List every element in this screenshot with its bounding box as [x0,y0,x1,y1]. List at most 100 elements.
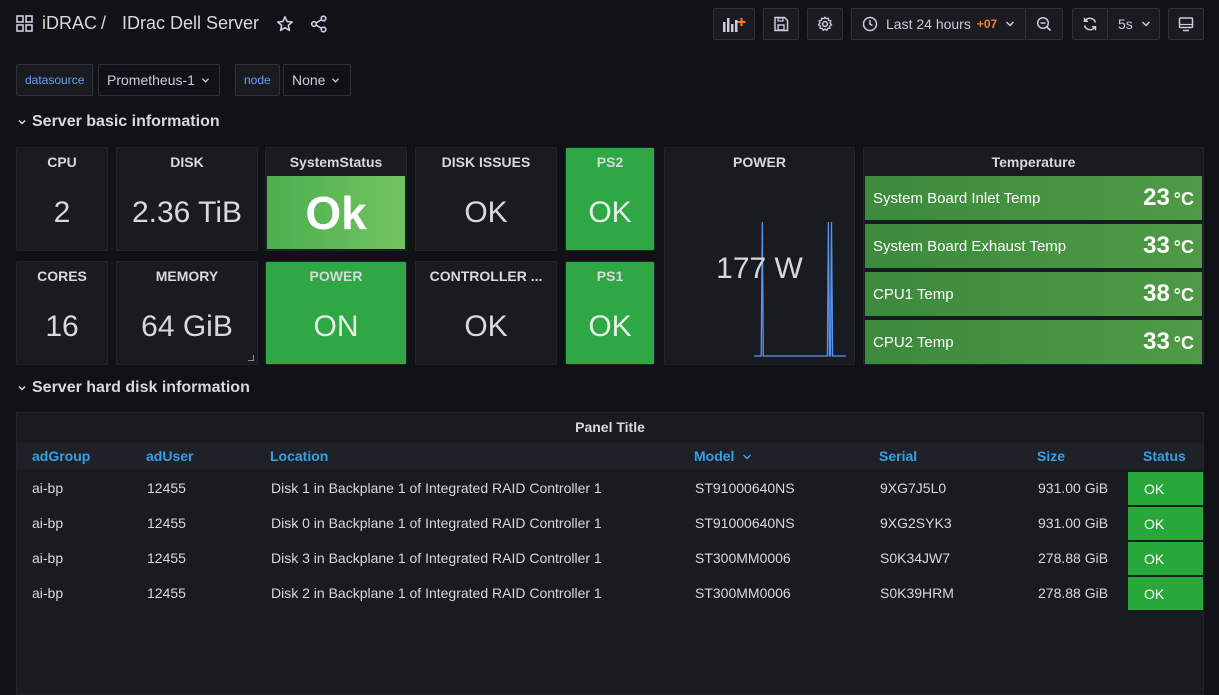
temperature-row: System Board Exhaust Temp 33 °C [865,224,1202,268]
refresh-icon [1083,17,1097,31]
top-navbar: iDRAC / IDrac Dell Server Last 24 hours … [0,0,1219,48]
stat-panel-controller[interactable]: CONTROLLER ... OK [415,261,557,365]
stat-panel-disk[interactable]: DISK 2.36 TiB [116,147,258,251]
node-value: None [292,72,326,88]
temperature-unit: °C [1173,333,1194,353]
variable-label-datasource: datasource [16,64,94,96]
temperature-value: 23 °C [1143,184,1194,212]
chevron-down-icon [1141,21,1150,27]
cell-size: 278.88 GiB [1038,550,1109,566]
save-dashboard-button[interactable] [763,8,799,40]
column-header-model[interactable]: Model [694,448,752,464]
dashboard-settings-button[interactable] [807,8,843,40]
cell-adgroup: ai-bp [32,550,64,566]
stat-value: 16 [45,310,79,343]
temperature-row: CPU2 Temp 33 °C [865,320,1202,364]
stat-panel-cores[interactable]: CORES 16 [16,261,108,365]
row-header-basic-info[interactable]: Server basic information [16,113,220,131]
status-badge: OK [1128,542,1203,575]
share-icon[interactable] [310,15,328,33]
temperature-sensor-name: CPU1 Temp [873,285,954,303]
tv-mode-button[interactable] [1168,8,1204,40]
time-range-picker[interactable]: Last 24 hours +07 [851,8,1026,40]
stat-value: ON [313,310,359,343]
zoom-out-icon [1036,16,1052,32]
column-header-status[interactable]: Status [1143,448,1186,464]
datasource-select[interactable]: Prometheus-1 [98,64,220,96]
temperature-unit: °C [1173,237,1194,257]
row-header-hard-disk-info[interactable]: Server hard disk information [16,379,250,397]
star-icon[interactable] [276,15,294,33]
temperature-value: 38 °C [1143,280,1194,308]
datasource-value: Prometheus-1 [107,72,195,88]
stat-panel-memory[interactable]: MEMORY 64 GiB [116,261,258,365]
cell-size: 931.00 GiB [1038,515,1109,531]
status-badge: OK [1128,507,1203,540]
stat-value: 2 [53,196,71,229]
stat-value: OK [464,310,508,343]
stat-panel-ps2[interactable]: PS2 OK [565,147,655,251]
temperature-row: System Board Inlet Temp 23 °C [865,176,1202,220]
breadcrumb-separator: / [101,13,107,33]
chevron-down-icon [201,77,209,83]
panel-title: CPU [47,154,77,170]
resize-handle-icon[interactable] [248,355,254,361]
cell-serial: 9XG7J5L0 [880,480,947,496]
stat-panel-power-watts[interactable]: POWER 177 W [664,147,855,365]
panel-title: SystemStatus [289,154,383,170]
refresh-interval-value: 5s [1118,16,1133,32]
cell-aduser: 12455 [147,480,186,496]
add-panel-button[interactable] [713,8,755,40]
stat-value: OK [464,196,508,229]
cell-location: Disk 1 in Backplane 1 of Integrated RAID… [271,480,602,496]
column-header-adgroup[interactable]: adGroup [32,448,90,464]
refresh-interval-picker[interactable]: 5s [1107,8,1160,40]
chevron-down-icon [1006,21,1015,27]
temperature-sensor-name: System Board Inlet Temp [873,189,1041,207]
apps-grid-icon[interactable] [16,15,33,32]
table-row: ai-bp 12455 Disk 2 in Backplane 1 of Int… [17,576,1203,611]
panel-title: DISK [170,154,204,170]
temperature-panel[interactable]: Temperature System Board Inlet Temp 23 °C… [863,147,1204,365]
table-row: ai-bp 12455 Disk 0 in Backplane 1 of Int… [17,506,1203,541]
cell-adgroup: ai-bp [32,585,64,601]
row-title: Server basic information [32,113,220,130]
stat-panel-system-status[interactable]: SystemStatus Ok [265,147,407,251]
node-select[interactable]: None [283,64,351,96]
temperature-sensor-name: System Board Exhaust Temp [873,237,1067,255]
cell-aduser: 12455 [147,515,186,531]
zoom-out-button[interactable] [1025,8,1063,40]
stat-panel-ps1[interactable]: PS1 OK [565,261,655,365]
save-icon [774,16,789,32]
temperature-number: 33 [1143,232,1170,259]
temperature-sensor-name: CPU2 Temp [873,333,954,351]
sparkline-line [754,221,846,357]
temperature-value: 33 °C [1143,328,1194,356]
column-header-aduser[interactable]: adUser [146,448,193,464]
breadcrumb-folder[interactable]: iDRAC [42,13,97,34]
column-header-location[interactable]: Location [270,448,328,464]
panel-title: PS1 [596,268,624,284]
temperature-unit: °C [1173,285,1194,305]
panel-title[interactable]: Panel Title [17,419,1203,435]
timezone-offset: +07 [976,17,998,31]
temperature-number: 38 [1143,280,1170,307]
cell-model: ST91000640NS [695,515,795,531]
column-header-size[interactable]: Size [1037,448,1065,464]
panel-title: MEMORY [155,268,219,284]
chevron-down-icon [332,77,340,83]
stat-panel-power-state[interactable]: POWER ON [265,261,407,365]
gear-icon [817,16,833,32]
cell-aduser: 12455 [147,550,186,566]
column-header-serial[interactable]: Serial [879,448,917,464]
status-badge: OK [1128,472,1203,505]
stat-panel-cpu[interactable]: CPU 2 [16,147,108,251]
cell-size: 278.88 GiB [1038,585,1109,601]
stat-panel-disk-issues[interactable]: DISK ISSUES OK [415,147,557,251]
dashboard-title[interactable]: IDrac Dell Server [122,13,259,34]
sort-desc-icon [743,454,752,460]
panel-title: CONTROLLER ... [429,268,543,284]
refresh-button[interactable] [1072,8,1108,40]
panel-title: CORES [37,268,87,284]
cell-aduser: 12455 [147,585,186,601]
